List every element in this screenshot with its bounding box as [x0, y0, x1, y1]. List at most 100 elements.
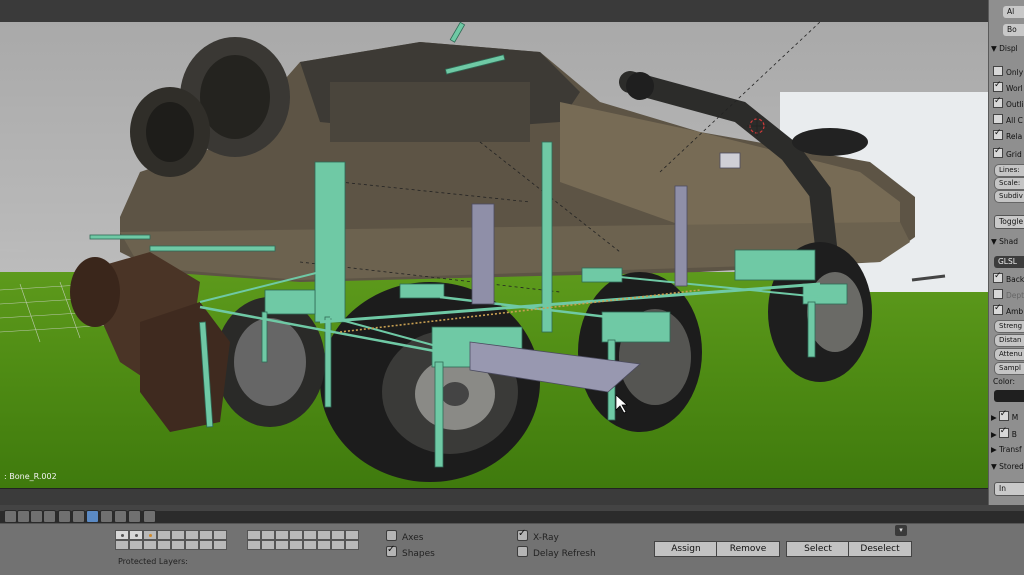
- shapes-option[interactable]: Shapes: [386, 544, 435, 559]
- collapsed-header-stored[interactable]: ▼ Stored: [991, 462, 1024, 474]
- manipulator-icon[interactable]: [72, 510, 85, 523]
- checkbox-only[interactable]: [993, 66, 1003, 76]
- bone-layer-grid-left[interactable]: [115, 530, 227, 550]
- layer-cell[interactable]: [185, 540, 199, 550]
- checkbox-grid[interactable]: [993, 146, 1003, 158]
- layer-cell[interactable]: [213, 530, 227, 540]
- top-field-2[interactable]: Bo: [1003, 24, 1024, 36]
- rotate-tool-icon[interactable]: [100, 510, 113, 523]
- layer-cell[interactable]: [143, 530, 157, 540]
- deselect-button[interactable]: Deselect: [848, 541, 912, 557]
- checkbox-relationship[interactable]: [993, 128, 1003, 140]
- bone-layer-grid-right[interactable]: [247, 530, 359, 550]
- layer-cell[interactable]: [275, 540, 289, 550]
- shading-panel-header[interactable]: ▼ Shad: [991, 237, 1018, 249]
- ao-attenuation-field[interactable]: Attenu: [994, 348, 1024, 361]
- layer-cell[interactable]: [247, 530, 261, 540]
- mode-icon[interactable]: [30, 510, 43, 523]
- layer-cell[interactable]: [143, 540, 157, 550]
- color-swatch[interactable]: [994, 390, 1024, 402]
- display-outline-row[interactable]: Outli: [993, 96, 1024, 110]
- checkbox-world[interactable]: [993, 80, 1003, 92]
- collapsed-header-b[interactable]: ▶B: [991, 426, 1017, 440]
- delay-refresh-checkbox[interactable]: [517, 546, 528, 557]
- display-grid-row[interactable]: Grid: [993, 146, 1022, 160]
- display-panel-header[interactable]: ▼ Displ: [991, 44, 1018, 56]
- layer-cell[interactable]: [129, 540, 143, 550]
- layer-cell[interactable]: [115, 530, 129, 540]
- checkbox-depth[interactable]: [993, 289, 1003, 299]
- layer-cell[interactable]: [115, 540, 129, 550]
- layer-cell[interactable]: [303, 530, 317, 540]
- layer-cell[interactable]: [289, 530, 303, 540]
- layer-cell[interactable]: [261, 540, 275, 550]
- xray-checkbox[interactable]: [517, 528, 528, 541]
- shapes-checkbox[interactable]: [386, 544, 397, 557]
- layer-cell[interactable]: [185, 530, 199, 540]
- layer-cell[interactable]: [317, 530, 331, 540]
- checkbox-outline[interactable]: [993, 96, 1003, 108]
- snap-icon[interactable]: [143, 510, 156, 523]
- display-world-row[interactable]: Worl: [993, 80, 1023, 94]
- layer-cell[interactable]: [157, 530, 171, 540]
- delay-refresh-option[interactable]: Delay Refresh: [517, 546, 596, 559]
- scale-tool-icon[interactable]: [114, 510, 127, 523]
- assign-button[interactable]: Assign: [654, 541, 718, 557]
- checkbox-m[interactable]: [998, 409, 1009, 421]
- layer-cell[interactable]: [171, 540, 185, 550]
- checkbox-ambient[interactable]: [993, 303, 1003, 315]
- layer-cell[interactable]: [345, 530, 359, 540]
- shading-backface-row[interactable]: Back: [993, 271, 1024, 285]
- layer-cell[interactable]: [199, 540, 213, 550]
- collapsed-header-transform[interactable]: ▶ Transf: [991, 445, 1022, 457]
- top-field-1[interactable]: Al: [1003, 6, 1024, 18]
- ao-distance-field[interactable]: Distan: [994, 334, 1024, 347]
- layer-cell[interactable]: [275, 530, 289, 540]
- stored-button[interactable]: In: [994, 482, 1024, 496]
- layer-cell[interactable]: [171, 530, 185, 540]
- delay-refresh-label: Delay Refresh: [533, 549, 596, 559]
- axes-option[interactable]: Axes: [386, 530, 423, 543]
- layer-cell[interactable]: [199, 530, 213, 540]
- ao-samples-field[interactable]: Sampl: [994, 362, 1024, 375]
- remove-button[interactable]: Remove: [716, 541, 780, 557]
- ao-strength-field[interactable]: Streng: [994, 320, 1024, 333]
- grid-lines-field[interactable]: Lines:: [994, 164, 1024, 177]
- layer-cell[interactable]: [289, 540, 303, 550]
- shading-depth-row[interactable]: Dept: [993, 289, 1024, 301]
- display-only-row[interactable]: Only: [993, 66, 1023, 78]
- xray-option[interactable]: X-Ray: [517, 528, 559, 543]
- layer-cell[interactable]: [331, 540, 345, 550]
- grid-scale-field[interactable]: Scale:: [994, 177, 1024, 190]
- checkbox-all[interactable]: [993, 114, 1003, 124]
- select-button[interactable]: Select: [786, 541, 850, 557]
- toggle-button[interactable]: Toggle: [994, 215, 1024, 229]
- shading-ambient-row[interactable]: Amb: [993, 303, 1023, 317]
- orientation-icon[interactable]: [128, 510, 141, 523]
- panel-menu-icon[interactable]: ▾: [895, 525, 907, 536]
- pivot-icon[interactable]: [58, 510, 71, 523]
- layer-cell[interactable]: [331, 530, 345, 540]
- shading-icon[interactable]: [43, 510, 56, 523]
- layer-cell[interactable]: [303, 540, 317, 550]
- collapsed-header-m[interactable]: ▶M: [991, 409, 1018, 423]
- display-relationship-row[interactable]: Rela: [993, 128, 1022, 142]
- layer-cell[interactable]: [157, 540, 171, 550]
- display-all-row[interactable]: All C: [993, 114, 1023, 126]
- layout-icon[interactable]: [17, 510, 30, 523]
- view-type-icon[interactable]: [4, 510, 17, 523]
- checkbox-backface[interactable]: [993, 271, 1003, 283]
- display-only-label: Only: [1006, 68, 1024, 77]
- layer-cell[interactable]: [213, 540, 227, 550]
- layer-cell[interactable]: [317, 540, 331, 550]
- axes-checkbox[interactable]: [386, 530, 397, 541]
- checkbox-b[interactable]: [998, 426, 1009, 438]
- translate-tool-icon[interactable]: [86, 510, 99, 523]
- shading-mode-select[interactable]: GLSL: [994, 256, 1024, 268]
- 3d-viewport[interactable]: : Bone_R.002: [0, 22, 988, 488]
- layer-cell[interactable]: [261, 530, 275, 540]
- layer-cell[interactable]: [129, 530, 143, 540]
- grid-subdiv-field[interactable]: Subdiv: [994, 190, 1024, 203]
- layer-cell[interactable]: [247, 540, 261, 550]
- layer-cell[interactable]: [345, 540, 359, 550]
